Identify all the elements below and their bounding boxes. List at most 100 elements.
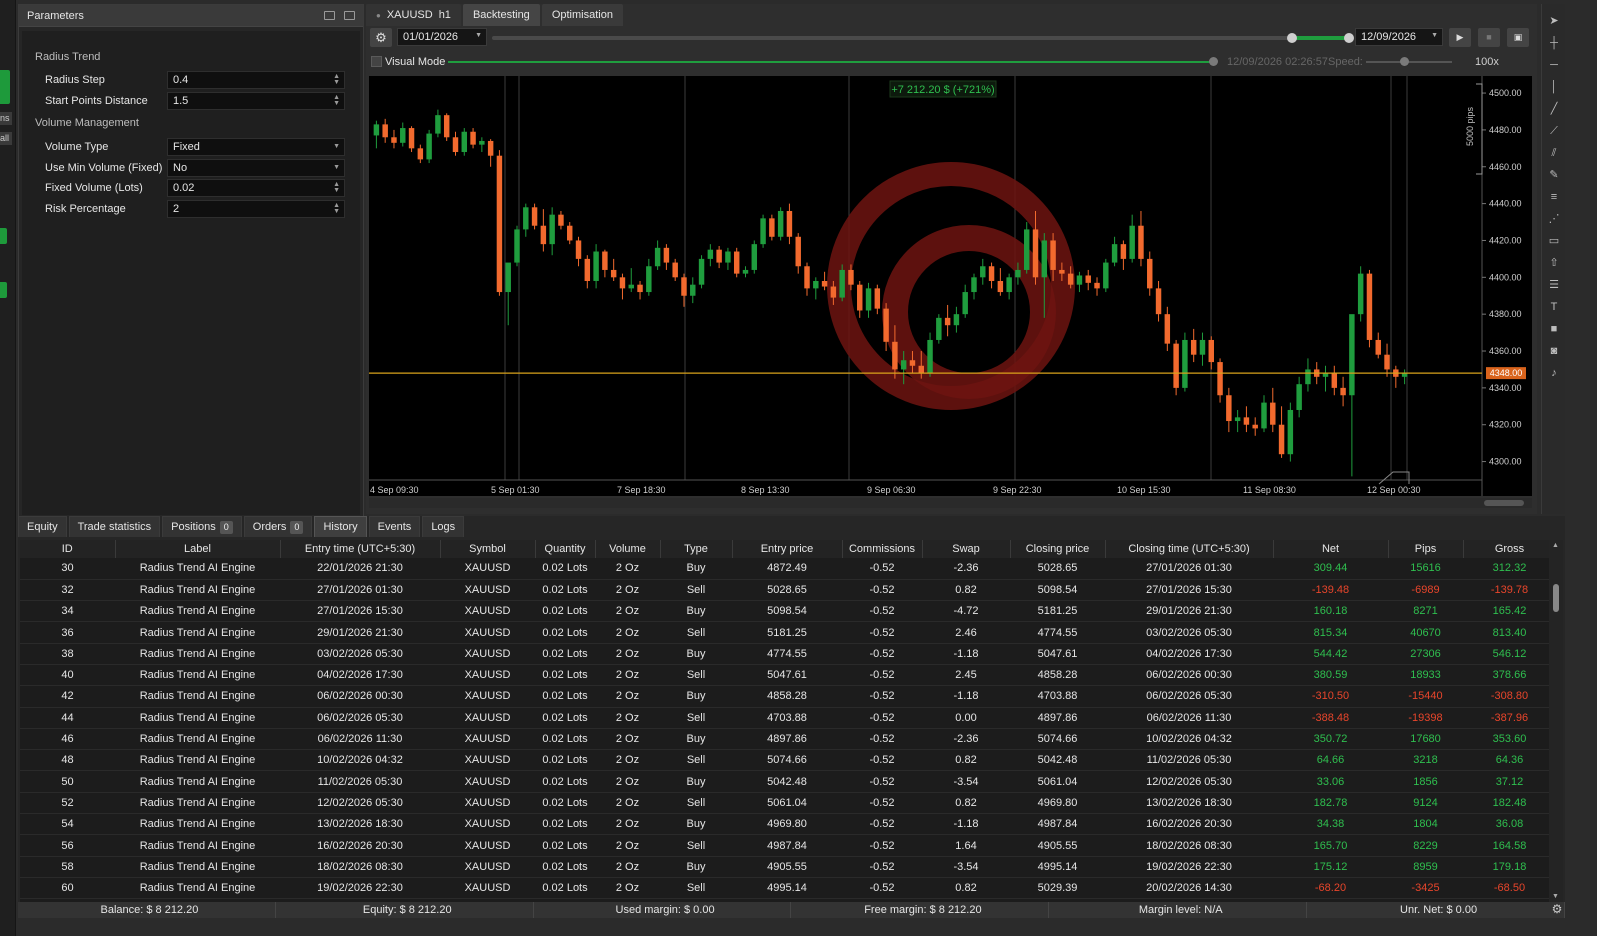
text-icon[interactable]: T bbox=[1546, 300, 1562, 314]
visual-mode-handle[interactable] bbox=[1209, 57, 1218, 66]
table-row[interactable]: 44 Radius Trend AI Engine 06/02/2026 05:30… bbox=[20, 707, 1556, 729]
visual-mode-time: 12/09/2026 02:26:57 bbox=[1227, 56, 1328, 68]
spin-icon[interactable]: ▲ ▼ bbox=[333, 94, 340, 107]
table-cell: 380.59 bbox=[1273, 664, 1388, 687]
strip-chip[interactable]: ns bbox=[0, 112, 12, 125]
tab-orders[interactable]: Orders 0 bbox=[243, 516, 313, 537]
visual-mode-progress[interactable] bbox=[448, 61, 1213, 63]
column-header[interactable]: Closing time (UTC+5:30) bbox=[1105, 540, 1274, 558]
start-points-distance-input[interactable]: 1.5 ▲ ▼ bbox=[167, 92, 345, 110]
speed-handle[interactable] bbox=[1400, 57, 1409, 66]
bell-icon[interactable]: ♪ bbox=[1546, 366, 1562, 380]
speed-slider[interactable] bbox=[1366, 61, 1452, 63]
column-header[interactable]: ID bbox=[20, 540, 116, 558]
tab-events[interactable]: Events bbox=[368, 516, 421, 537]
ray-icon[interactable]: ⟋ bbox=[1546, 124, 1562, 138]
column-header[interactable]: Quantity bbox=[535, 540, 596, 558]
column-header[interactable]: Type bbox=[660, 540, 733, 558]
candle bbox=[1322, 365, 1329, 392]
pencil-icon[interactable]: ✎ bbox=[1546, 168, 1562, 182]
folder-icon[interactable] bbox=[324, 11, 335, 20]
price-chart[interactable]: 4500.00 4480.00 4460.00 4440.00 4420.00 4400.… bbox=[369, 76, 1532, 496]
scroll-up-icon[interactable]: ▲ bbox=[1552, 542, 1559, 549]
tab-symbol[interactable]: ● XAUUSD h1 bbox=[366, 4, 461, 26]
date-range-slider[interactable] bbox=[492, 33, 1354, 43]
tab-backtesting[interactable]: Backtesting bbox=[462, 4, 540, 26]
column-header[interactable]: Entry time (UTC+5:30) bbox=[280, 540, 441, 558]
table-row[interactable]: 42 Radius Trend AI Engine 06/02/2026 00:30… bbox=[20, 685, 1556, 708]
tab-trade-statistics[interactable]: Trade statistics bbox=[68, 516, 161, 537]
camera-icon[interactable]: ◙ bbox=[1546, 344, 1562, 358]
spin-icon[interactable]: ▲ ▼ bbox=[333, 73, 340, 86]
table-cell: 5098.54 bbox=[732, 600, 842, 623]
risk-percentage-input[interactable]: 2 ▲ ▼ bbox=[167, 200, 345, 218]
table-row[interactable]: 36 Radius Trend AI Engine 29/01/2026 21:30… bbox=[20, 621, 1556, 644]
tab-optimisation[interactable]: Optimisation bbox=[541, 4, 623, 26]
table-row[interactable]: 46 Radius Trend AI Engine 06/02/2026 11:30… bbox=[20, 728, 1556, 751]
chart-horizontal-scrollbar[interactable] bbox=[369, 498, 1532, 508]
range-end-handle[interactable] bbox=[1344, 33, 1354, 43]
section-radius-trend: Radius Trend bbox=[35, 51, 101, 63]
start-date-picker[interactable]: 01/01/2026 ▼ bbox=[397, 28, 487, 46]
column-header[interactable]: Closing price bbox=[1010, 540, 1106, 558]
column-header[interactable]: Swap bbox=[922, 540, 1011, 558]
stop-icon[interactable]: ■ bbox=[1478, 28, 1500, 47]
fixed-volume-input[interactable]: 0.02 ▲ ▼ bbox=[167, 179, 345, 197]
gear-icon[interactable]: ⚙ bbox=[370, 28, 392, 47]
table-row[interactable]: 50 Radius Trend AI Engine 11/02/2026 05:30… bbox=[20, 770, 1556, 793]
table-row[interactable]: 38 Radius Trend AI Engine 03/02/2026 05:30… bbox=[20, 643, 1556, 665]
arrow-up-icon[interactable]: ⇧ bbox=[1546, 256, 1562, 270]
crosshair-icon[interactable]: ┼ bbox=[1546, 36, 1562, 50]
column-header[interactable]: Net bbox=[1273, 540, 1389, 558]
fan-icon[interactable]: ⋰ bbox=[1546, 212, 1562, 226]
scroll-down-icon[interactable]: ▼ bbox=[1552, 893, 1559, 900]
channel-icon[interactable]: ⫽ bbox=[1546, 146, 1562, 160]
table-row[interactable]: 54 Radius Trend AI Engine 13/02/2026 18:30… bbox=[20, 813, 1556, 836]
table-vertical-scrollbar[interactable]: ▲ ▼ bbox=[1549, 540, 1563, 902]
table-row[interactable]: 30 Radius Trend AI Engine 22/01/2026 21:30… bbox=[20, 558, 1556, 580]
tab-logs[interactable]: Logs bbox=[422, 516, 465, 537]
scrollbar-thumb[interactable] bbox=[1553, 584, 1559, 612]
save-icon[interactable]: ▣ bbox=[1507, 28, 1529, 47]
gear-icon[interactable]: ⚙ bbox=[1548, 902, 1566, 918]
visual-mode-checkbox[interactable] bbox=[371, 56, 382, 67]
column-header[interactable]: Pips bbox=[1388, 540, 1464, 558]
spin-icon[interactable]: ▲ ▼ bbox=[333, 202, 340, 215]
table-row[interactable]: 60 Radius Trend AI Engine 19/02/2026 22:30… bbox=[20, 877, 1556, 900]
square-icon[interactable]: ■ bbox=[1546, 322, 1562, 336]
save-icon[interactable] bbox=[344, 11, 355, 20]
table-row[interactable]: 58 Radius Trend AI Engine 18/02/2026 08:30… bbox=[20, 856, 1556, 878]
rectangle-icon[interactable]: ▭ bbox=[1546, 234, 1562, 248]
levels-icon[interactable]: ☰ bbox=[1546, 278, 1562, 292]
radius-step-input[interactable]: 0.4 ▲ ▼ bbox=[167, 71, 345, 89]
table-row[interactable]: 34 Radius Trend AI Engine 27/01/2026 15:30… bbox=[20, 600, 1556, 623]
tab-history[interactable]: History bbox=[314, 516, 367, 537]
table-row[interactable]: 56 Radius Trend AI Engine 16/02/2026 20:30… bbox=[20, 834, 1556, 857]
column-header[interactable]: Volume bbox=[595, 540, 661, 558]
table-row[interactable]: 32 Radius Trend AI Engine 27/01/2026 01:30… bbox=[20, 579, 1556, 602]
range-start-handle[interactable] bbox=[1287, 33, 1297, 43]
table-row[interactable]: 52 Radius Trend AI Engine 12/02/2026 05:30… bbox=[20, 792, 1556, 815]
column-header[interactable]: Entry price bbox=[732, 540, 843, 558]
volume-type-select[interactable]: Fixed ▼ bbox=[167, 138, 345, 156]
end-date-picker[interactable]: 12/09/2026 ▼ bbox=[1355, 28, 1443, 46]
column-header[interactable]: Commissions bbox=[842, 540, 923, 558]
spin-icon[interactable]: ▲ ▼ bbox=[333, 181, 340, 194]
trendline-icon[interactable]: ╱ bbox=[1546, 102, 1562, 116]
table-cell: 2 Oz bbox=[595, 728, 660, 751]
column-header[interactable]: Symbol bbox=[440, 540, 536, 558]
use-min-volume-select[interactable]: No ▼ bbox=[167, 159, 345, 177]
horizontal-line-icon[interactable]: ─ bbox=[1546, 58, 1562, 72]
table-row[interactable]: 48 Radius Trend AI Engine 10/02/2026 04:32… bbox=[20, 749, 1556, 772]
fibonacci-icon[interactable]: ≡ bbox=[1546, 190, 1562, 204]
scrollbar-thumb[interactable] bbox=[1484, 500, 1524, 506]
tab-positions[interactable]: Positions 0 bbox=[162, 516, 242, 537]
column-header[interactable]: Gross bbox=[1463, 540, 1557, 558]
cursor-icon[interactable]: ➤ bbox=[1546, 14, 1562, 28]
table-row[interactable]: 40 Radius Trend AI Engine 04/02/2026 17:30… bbox=[20, 664, 1556, 687]
vertical-line-icon[interactable]: │ bbox=[1546, 80, 1562, 94]
strip-chip[interactable]: all bbox=[0, 132, 12, 145]
column-header[interactable]: Label bbox=[115, 540, 281, 558]
tab-equity[interactable]: Equity bbox=[18, 516, 67, 537]
play-icon[interactable]: ▶ bbox=[1449, 28, 1471, 47]
